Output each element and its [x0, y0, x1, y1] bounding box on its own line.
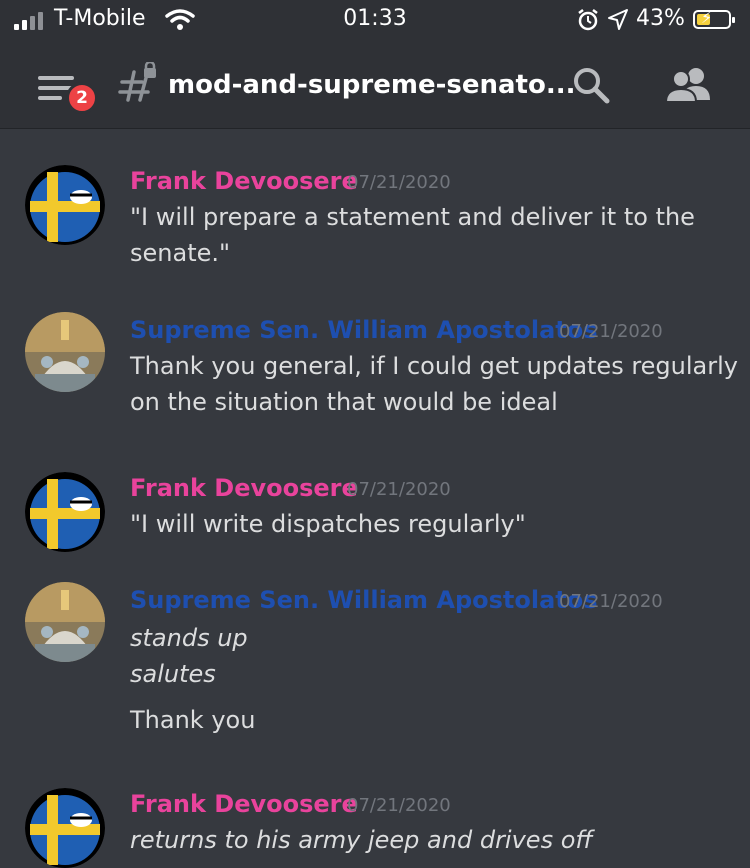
unread-badge: 2: [66, 82, 98, 114]
username[interactable]: Frank Devoosere: [130, 474, 358, 502]
timestamp: 07/21/2020: [347, 172, 451, 193]
members-icon[interactable]: [664, 64, 714, 108]
message-text: Thank you: [130, 706, 256, 734]
status-bar: T-Mobile 01:33 43% ⚡: [0, 0, 750, 40]
username[interactable]: Supreme Sen. William Apostolatos: [130, 316, 598, 344]
username[interactable]: Frank Devoosere: [130, 167, 358, 195]
timestamp: 07/21/2020: [559, 321, 663, 342]
timestamp: 07/21/2020: [559, 591, 663, 612]
message-text: Thank you general, if I could get update…: [130, 352, 738, 380]
countryball-sweden-icon: [25, 165, 105, 245]
message-text: "I will prepare a statement and deliver …: [130, 203, 695, 231]
battery-percent: 43%: [636, 6, 685, 31]
battery-icon: ⚡: [693, 8, 735, 29]
channel-title[interactable]: mod-and-supreme-senato...: [168, 70, 575, 100]
cathedral-dome-icon: [25, 582, 105, 662]
username[interactable]: Frank Devoosere: [130, 790, 358, 818]
locked-channel-icon: [118, 62, 156, 102]
top-bar: T-Mobile 01:33 43% ⚡ 2 mod-and-supreme-s…: [0, 0, 750, 129]
timestamp: 07/21/2020: [347, 479, 451, 500]
alarm-icon: [578, 9, 598, 31]
avatar[interactable]: [25, 582, 105, 662]
search-icon[interactable]: [570, 64, 614, 108]
cathedral-dome-icon: [25, 312, 105, 392]
avatar[interactable]: [25, 472, 105, 552]
timestamp: 07/21/2020: [347, 795, 451, 816]
message-text: "I will write dispatches regularly": [130, 510, 526, 538]
message-text: salutes: [130, 660, 216, 688]
location-arrow-icon: [608, 9, 628, 30]
avatar[interactable]: [25, 788, 105, 868]
message-text: on the situation that would be ideal: [130, 388, 558, 416]
countryball-sweden-icon: [25, 788, 105, 868]
countryball-sweden-icon: [25, 472, 105, 552]
username[interactable]: Supreme Sen. William Apostolatos: [130, 586, 598, 614]
message-text: senate.": [130, 239, 231, 267]
message-text: returns to his army jeep and drives off: [130, 826, 593, 854]
avatar[interactable]: [25, 312, 105, 392]
avatar[interactable]: [25, 165, 105, 245]
message-text: stands up: [130, 624, 248, 652]
